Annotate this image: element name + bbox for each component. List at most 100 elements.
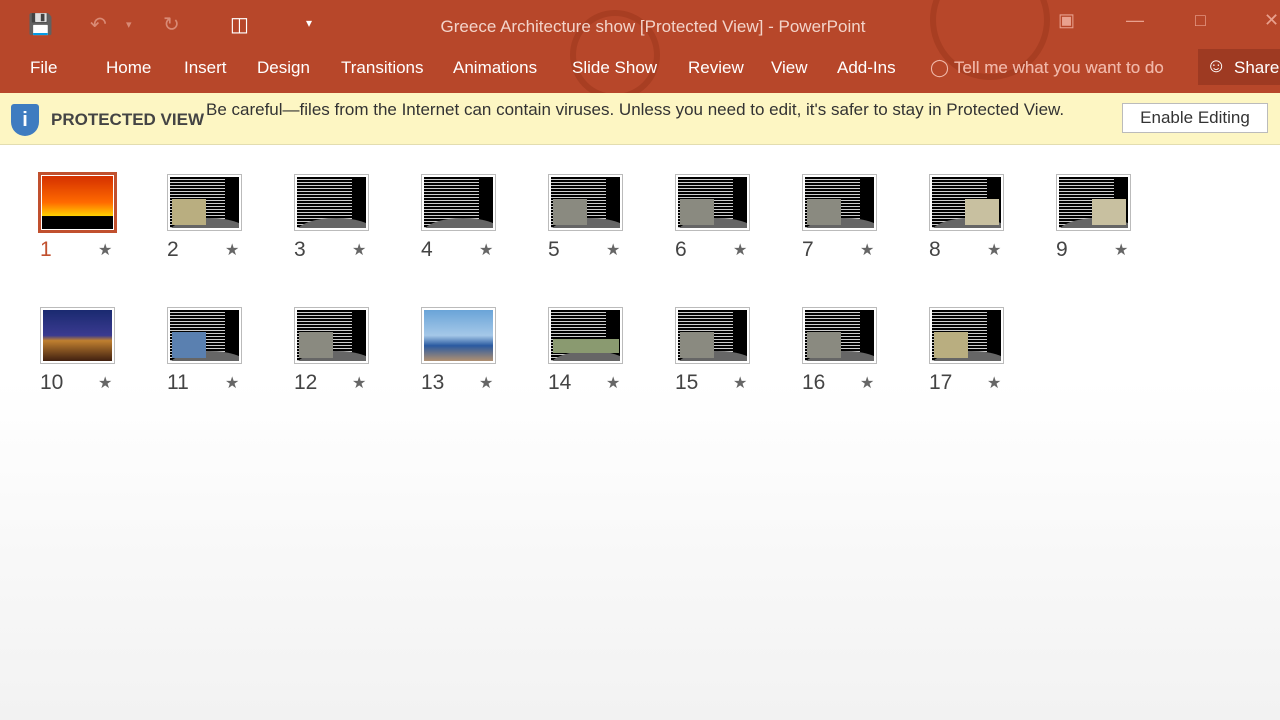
- slide-number: 5: [548, 238, 560, 261]
- slide-thumbnail-13[interactable]: 13 ★: [421, 307, 541, 394]
- animation-star-icon[interactable]: ★: [987, 373, 1001, 393]
- slide-image: [680, 199, 714, 225]
- protected-view-bar: i PROTECTED VIEW Be careful—files from t…: [0, 93, 1280, 145]
- slide-thumbnail-16[interactable]: 16 ★: [802, 307, 922, 394]
- animation-star-icon[interactable]: ★: [352, 373, 366, 393]
- tab-file[interactable]: File: [30, 58, 57, 78]
- slide-preview[interactable]: [548, 307, 623, 364]
- animation-star-icon[interactable]: ★: [733, 240, 747, 260]
- slide-content: [43, 310, 112, 361]
- animation-star-icon[interactable]: ★: [479, 240, 493, 260]
- slide-preview[interactable]: [675, 307, 750, 364]
- tab-slide-show[interactable]: Slide Show: [572, 58, 657, 78]
- slide-thumbnail-12[interactable]: 12 ★: [294, 307, 414, 394]
- slide-number: 10: [40, 371, 64, 394]
- animation-star-icon[interactable]: ★: [860, 373, 874, 393]
- slide-thumbnail-6[interactable]: 6 ★: [675, 174, 795, 261]
- slide-preview[interactable]: [675, 174, 750, 231]
- slide-thumbnail-10[interactable]: 10 ★: [40, 307, 160, 394]
- slide-preview[interactable]: [38, 172, 117, 233]
- slide-content: [551, 310, 620, 361]
- slide-content: [805, 310, 874, 361]
- slide-content: [424, 177, 493, 228]
- slide-preview[interactable]: [929, 307, 1004, 364]
- animation-star-icon[interactable]: ★: [1114, 240, 1128, 260]
- slide-preview[interactable]: [1056, 174, 1131, 231]
- slide-content: [551, 177, 620, 228]
- slide-content: [1059, 177, 1128, 228]
- tell-me-text-area[interactable]: Tell me what you want to do Tell me what…: [954, 58, 1182, 80]
- animation-star-icon[interactable]: ★: [606, 240, 620, 260]
- slide-thumbnail-2[interactable]: 2 ★: [167, 174, 287, 261]
- slide-content: [932, 310, 1001, 361]
- slide-preview[interactable]: [421, 307, 496, 364]
- slide-thumbnail-3[interactable]: 3 ★: [294, 174, 414, 261]
- slide-preview[interactable]: [294, 174, 369, 231]
- slide-image: [172, 332, 206, 358]
- slide-thumbnail-14[interactable]: 14 ★: [548, 307, 668, 394]
- slide-number: 1: [40, 238, 52, 261]
- slide-number: 16: [802, 371, 826, 394]
- slide-number: 17: [929, 371, 953, 394]
- slide-content: [170, 177, 239, 228]
- tab-animations[interactable]: Animations: [453, 58, 537, 78]
- animation-star-icon[interactable]: ★: [225, 373, 239, 393]
- person-add-icon: ☺: [1206, 55, 1227, 77]
- animation-star-icon[interactable]: ★: [352, 240, 366, 260]
- tab-design[interactable]: Design: [257, 58, 310, 78]
- slide-preview[interactable]: [802, 307, 877, 364]
- tab-view[interactable]: View: [771, 58, 808, 78]
- animation-star-icon[interactable]: ★: [733, 373, 747, 393]
- slide-preview[interactable]: [294, 307, 369, 364]
- slide-number: 13: [421, 371, 445, 394]
- close-icon[interactable]: ✕: [1264, 10, 1279, 31]
- slide-image: [1092, 199, 1126, 225]
- slide-content: [42, 176, 113, 229]
- slide-preview[interactable]: [167, 174, 242, 231]
- slide-thumbnail-1[interactable]: 1 ★: [38, 172, 160, 261]
- animation-star-icon[interactable]: ★: [860, 240, 874, 260]
- slide-number: 4: [421, 238, 433, 261]
- slide-thumbnail-7[interactable]: 7 ★: [802, 174, 922, 261]
- tab-transitions[interactable]: Transitions: [341, 58, 424, 78]
- tab-home[interactable]: Home: [106, 58, 151, 78]
- animation-star-icon[interactable]: ★: [606, 373, 620, 393]
- slide-preview[interactable]: [802, 174, 877, 231]
- slide-thumbnail-11[interactable]: 11 ★: [167, 307, 287, 394]
- slide-preview[interactable]: [548, 174, 623, 231]
- share-button[interactable]: ☺ Share: [1198, 49, 1280, 85]
- maximize-icon[interactable]: □: [1195, 10, 1206, 31]
- slide-preview[interactable]: [929, 174, 1004, 231]
- minimize-icon[interactable]: —: [1126, 10, 1144, 31]
- animation-star-icon[interactable]: ★: [98, 240, 112, 260]
- slide-image: [553, 339, 619, 353]
- animation-star-icon[interactable]: ★: [98, 373, 112, 393]
- slide-image: [807, 199, 841, 225]
- title-bar: 💾 ↶ ▾ ↻ ◫ ▾ Greece Architecture show [Pr…: [0, 0, 1280, 93]
- slide-preview[interactable]: [421, 174, 496, 231]
- slide-image: [299, 332, 333, 358]
- tell-me-search[interactable]: ◯ Tell me what you want to do Tell me wh…: [930, 58, 1182, 80]
- shield-info-icon: i: [11, 104, 39, 136]
- slide-thumbnail-9[interactable]: 9 ★: [1056, 174, 1176, 261]
- slide-image: [172, 199, 206, 225]
- ribbon-display-options-icon[interactable]: ▣: [1058, 10, 1075, 31]
- slide-content: [678, 310, 747, 361]
- animation-star-icon[interactable]: ★: [479, 373, 493, 393]
- slide-number: 15: [675, 371, 699, 394]
- window-title: Greece Architecture show [Protected View…: [440, 17, 866, 36]
- tab-insert[interactable]: Insert: [184, 58, 227, 78]
- slide-thumbnail-15[interactable]: 15 ★: [675, 307, 795, 394]
- slide-thumbnail-4[interactable]: 4 ★: [421, 174, 541, 261]
- slide-thumbnail-17[interactable]: 17 ★: [929, 307, 1049, 394]
- enable-editing-button[interactable]: Enable Editing: [1122, 103, 1268, 133]
- animation-star-icon[interactable]: ★: [225, 240, 239, 260]
- animation-star-icon[interactable]: ★: [987, 240, 1001, 260]
- slide-thumbnail-5[interactable]: 5 ★: [548, 174, 668, 261]
- slide-thumbnail-8[interactable]: 8 ★: [929, 174, 1049, 261]
- slide-image: [553, 199, 587, 225]
- tab-review[interactable]: Review: [688, 58, 744, 78]
- slide-preview[interactable]: [40, 307, 115, 364]
- slide-preview[interactable]: [167, 307, 242, 364]
- tab-add-ins[interactable]: Add-Ins: [837, 58, 896, 78]
